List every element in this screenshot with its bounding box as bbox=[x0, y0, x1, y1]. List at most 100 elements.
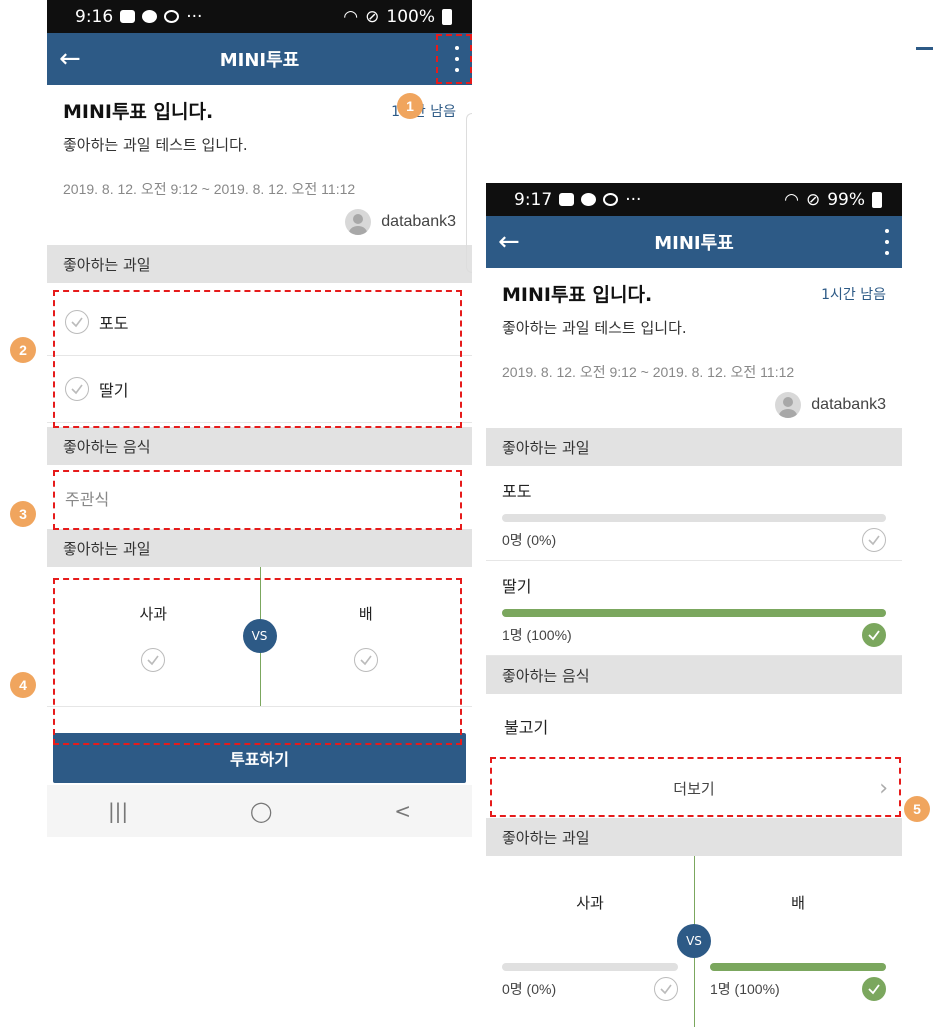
poll-period: 2019. 8. 12. 오전 9:12 ~ 2019. 8. 12. 오전 1… bbox=[63, 181, 356, 197]
check-circle-icon bbox=[65, 310, 89, 334]
check-circle-selected-icon bbox=[862, 977, 886, 1001]
section-title: 좋아하는 과일 bbox=[47, 529, 472, 567]
message-icon bbox=[581, 193, 597, 206]
nav-back-icon[interactable]: < bbox=[394, 799, 411, 823]
phone-screen-after-vote: 9:17 ··· ◠ ⊘ 99% ← MINI투표 MINI투표 입니다. 1시… bbox=[486, 183, 902, 1027]
home-icon[interactable]: ◯ bbox=[250, 799, 272, 823]
more-label: 더보기 bbox=[673, 779, 715, 798]
result-label: 포도 bbox=[502, 482, 532, 501]
result-count: 0명 (0%) bbox=[502, 532, 557, 548]
badge-3: 3 bbox=[10, 501, 36, 527]
status-bar: 9:16 ··· ◠ ⊘ 100% bbox=[47, 0, 472, 33]
badge-1: 1 bbox=[397, 93, 423, 119]
gallery-icon bbox=[559, 193, 575, 206]
vs-option-apple[interactable]: 사과 bbox=[47, 603, 260, 672]
result-count: 0명 (0%) bbox=[502, 981, 557, 997]
poll-description: 좋아하는 과일 테스트 입니다. bbox=[502, 319, 687, 337]
back-arrow-icon[interactable]: ← bbox=[498, 216, 520, 268]
vs-option-pear[interactable]: 배 bbox=[260, 603, 473, 672]
option-label: 딸기 bbox=[99, 381, 129, 400]
check-circle-icon bbox=[353, 648, 378, 672]
section-title: 좋아하는 과일 bbox=[486, 818, 902, 856]
section-title: 좋아하는 음식 bbox=[486, 656, 902, 694]
option-label: 포도 bbox=[99, 314, 129, 333]
wifi-icon: ◠ bbox=[784, 189, 799, 210]
result-item-strawberry: 딸기 1명 (100%) bbox=[486, 561, 902, 656]
result-bar-fill bbox=[710, 963, 886, 971]
time-remaining: 1시간 남음 bbox=[821, 287, 886, 303]
message-icon bbox=[142, 10, 158, 23]
overflow-icon: ··· bbox=[186, 6, 203, 27]
vs-option-label: 배 bbox=[358, 605, 373, 623]
badge-4: 4 bbox=[10, 672, 36, 698]
phone-screen-before-vote: 9:16 ··· ◠ ⊘ 100% ← MINI투표 MINI투표 입니다. 1… bbox=[47, 0, 472, 876]
status-bar: 9:17 ··· ◠ ⊘ 99% bbox=[486, 183, 902, 216]
app-title: MINI투표 bbox=[654, 233, 734, 254]
do-not-disturb-icon: ⊘ bbox=[365, 6, 380, 27]
battery-level: 100% bbox=[386, 6, 435, 27]
app-bar: ← MINI투표 bbox=[486, 216, 902, 268]
result-label: 딸기 bbox=[502, 577, 532, 596]
wifi-icon: ◠ bbox=[343, 6, 359, 27]
battery-icon bbox=[442, 8, 452, 25]
check-circle-icon bbox=[654, 977, 678, 1001]
result-item-grape: 포도 0명 (0%) bbox=[486, 466, 902, 561]
chevron-right-icon: › bbox=[879, 775, 888, 801]
scroll-indicator bbox=[466, 113, 472, 273]
vs-option-label: 사과 bbox=[139, 605, 168, 623]
accent-mark bbox=[916, 47, 933, 50]
vs-result-apple: 사과 0명 (0%) bbox=[486, 892, 694, 1009]
gallery-icon bbox=[120, 10, 136, 23]
result-count: 1명 (100%) bbox=[502, 627, 572, 643]
poll-description: 좋아하는 과일 테스트 입니다. bbox=[63, 136, 248, 154]
author-name: databank3 bbox=[381, 213, 456, 230]
battery-level: 99% bbox=[827, 189, 865, 210]
avatar bbox=[345, 209, 372, 235]
app-icon bbox=[164, 10, 180, 23]
result-bar bbox=[502, 609, 886, 617]
option-strawberry[interactable]: 딸기 bbox=[47, 356, 472, 423]
app-title: MINI투표 bbox=[219, 50, 300, 71]
result-count: 1명 (100%) bbox=[710, 981, 780, 997]
more-button[interactable]: 더보기 › bbox=[486, 758, 902, 818]
status-time: 9:17 bbox=[514, 189, 553, 210]
check-circle-icon bbox=[862, 528, 886, 552]
subjective-answer-input[interactable]: 주관식 bbox=[47, 471, 472, 525]
check-circle-icon bbox=[141, 648, 166, 672]
result-bar bbox=[502, 514, 886, 522]
subjective-answer: 불고기 bbox=[504, 718, 549, 737]
check-circle-icon bbox=[65, 377, 89, 401]
result-bar-fill bbox=[502, 609, 886, 617]
app-icon bbox=[603, 193, 619, 206]
vs-poll: VS 사과 배 bbox=[47, 567, 472, 707]
app-bar: ← MINI투표 bbox=[47, 33, 472, 85]
section-title: 좋아하는 음식 bbox=[47, 427, 472, 465]
badge-5: 5 bbox=[904, 796, 930, 822]
section-title: 좋아하는 과일 bbox=[486, 428, 902, 466]
poll-author: databank3 bbox=[502, 392, 886, 418]
result-bar bbox=[710, 963, 886, 971]
back-arrow-icon[interactable]: ← bbox=[59, 33, 81, 85]
check-circle-selected-icon bbox=[862, 623, 886, 647]
more-options-icon[interactable] bbox=[452, 46, 462, 72]
vote-button[interactable]: 투표하기 bbox=[53, 733, 466, 783]
more-options-icon[interactable] bbox=[882, 229, 892, 255]
status-time: 9:16 bbox=[75, 6, 114, 27]
vs-option-label: 배 bbox=[791, 894, 805, 912]
result-bar bbox=[502, 963, 678, 971]
author-name: databank3 bbox=[811, 396, 886, 413]
poll-period: 2019. 8. 12. 오전 9:12 ~ 2019. 8. 12. 오전 1… bbox=[502, 364, 795, 380]
poll-header: MINI투표 입니다. 1시간 남음 좋아하는 과일 테스트 입니다. 2019… bbox=[486, 268, 902, 428]
section-title: 좋아하는 과일 bbox=[47, 245, 472, 283]
poll-author: databank3 bbox=[63, 209, 456, 235]
recent-apps-icon[interactable]: ||| bbox=[108, 799, 128, 823]
overflow-icon: ··· bbox=[625, 189, 642, 210]
avatar bbox=[775, 392, 802, 418]
option-grape[interactable]: 포도 bbox=[47, 289, 472, 356]
vs-option-label: 사과 bbox=[576, 894, 604, 912]
battery-icon bbox=[872, 191, 882, 208]
badge-2: 2 bbox=[10, 337, 36, 363]
system-nav-bar: ||| ◯ < bbox=[47, 785, 472, 837]
do-not-disturb-icon: ⊘ bbox=[805, 189, 821, 210]
vs-result-pear: 배 1명 (100%) bbox=[694, 892, 902, 1009]
